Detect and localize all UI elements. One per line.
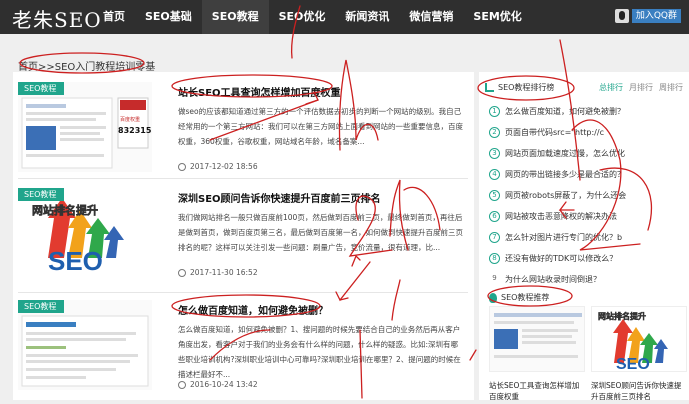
rank-title[interactable]: 怎么做百度知道，如何避免被删？ <box>505 106 625 117</box>
flame-icon <box>489 292 497 303</box>
date-text: 2017-11-30 16:52 <box>190 268 258 277</box>
rank-number: 3 <box>489 148 500 159</box>
ranking-item[interactable]: 1 怎么做百度知道，如何避免被删？ <box>489 106 625 117</box>
ranking-item[interactable]: 9 为什么网站收录时间倒退？ <box>489 274 601 285</box>
sidebar: SEO教程排行榜 总排行 月排行 周排行 1 怎么做百度知道，如何避免被删？ 2页… <box>479 72 689 402</box>
article-summary: 怎么做百度知道，如何避免被删？1、搜问题的时候先要结合自己的业务然后再从客户角度… <box>178 325 461 379</box>
article-item: SEO教程 网站排名提升 SEO 深圳SEO顾问告诉你快速提升百度前三页排名 我… <box>18 180 468 292</box>
category-tag[interactable]: SEO教程 <box>18 82 65 95</box>
rank-number: 1 <box>489 106 500 117</box>
article-date: 2017-11-30 16:52 <box>178 268 258 277</box>
rank-number: 7 <box>489 232 500 243</box>
ranking-item[interactable]: 7 怎么针对图片进行专门的优化？b <box>489 232 622 243</box>
ranking-item[interactable]: 3 网站页面加载速度过慢，怎么优化 <box>489 148 625 159</box>
recommend-thumbnail[interactable] <box>489 306 585 372</box>
date-text: 2017-12-02 18:56 <box>190 162 258 171</box>
article-thumbnail[interactable]: SEO教程 <box>18 300 152 390</box>
top-navigation-bar: 老朱SEO 首页 SEO基础 SEO教程 SEO优化 新闻资讯 微信营销 SEM… <box>0 0 689 34</box>
article-list: SEO教程 百度权重 8323155 站长SEO工具查询怎样增加百度权重 做se… <box>13 72 474 400</box>
ranking-header: SEO教程排行榜 总排行 月排行 周排行 <box>485 78 683 96</box>
thumb-seo-text: SEO <box>48 246 103 276</box>
article-thumbnail[interactable]: SEO教程 百度权重 8323155 <box>18 82 152 172</box>
screenshot-thumbnail-image <box>490 307 584 371</box>
nav-news[interactable]: 新闻资讯 <box>335 0 399 34</box>
article-thumbnail[interactable]: SEO教程 网站排名提升 SEO <box>18 188 152 278</box>
rank-title[interactable]: 网页的带出链接多少是最合适的？ <box>505 169 625 180</box>
nav-wechat-marketing[interactable]: 微信营销 <box>399 0 463 34</box>
nav-seo-tutorial[interactable]: SEO教程 <box>201 0 269 34</box>
recommend-title: SEO教程推荐 <box>501 293 550 302</box>
thumb-caption: 网站排名提升 <box>598 312 647 322</box>
article-title[interactable]: 怎么做百度知道，如何避免被删？ <box>178 302 328 317</box>
article-title[interactable]: 站长SEO工具查询怎样增加百度权重 <box>178 84 341 99</box>
rank-title[interactable]: 怎么针对图片进行专门的优化？b <box>505 232 622 243</box>
rank-title[interactable]: 还没有做好的TDK可以修改么？ <box>505 253 617 264</box>
ranking-tabs: 总排行 月排行 周排行 <box>599 82 683 93</box>
ranking-item[interactable]: 2 页面自带代码src="http://c <box>489 127 604 138</box>
category-tag[interactable]: SEO教程 <box>18 300 65 313</box>
article-title[interactable]: 深圳SEO顾问告诉你快速提升百度前三页排名 <box>178 190 381 205</box>
rank-number: 4 <box>489 169 500 180</box>
breadcrumb[interactable]: 首页>>SEO入门教程培训零基 <box>18 58 155 73</box>
ranking-item[interactable]: 5 网页被robots屏蔽了，为什么还会 <box>489 190 626 201</box>
rank-number: 6 <box>489 211 500 222</box>
rank-number: 2 <box>489 127 500 138</box>
clock-icon <box>178 162 186 171</box>
rank-title[interactable]: 网站被攻击恶意降权的解决办法 <box>505 211 617 222</box>
ranking-item[interactable]: 4 网页的带出链接多少是最合适的？ <box>489 169 625 180</box>
tab-monthly-ranking[interactable]: 月排行 <box>629 82 653 93</box>
nav-seo-optimization[interactable]: SEO优化 <box>269 0 336 34</box>
recommend-thumbnail[interactable]: SEO 网站排名提升 <box>591 306 687 372</box>
thumb-caption: 网站排名提升 <box>32 204 99 218</box>
thumb-badge-number: 8323155 <box>118 126 152 135</box>
rank-number: 5 <box>489 190 500 201</box>
rank-title[interactable]: 网站页面加载速度过慢，怎么优化 <box>505 148 625 159</box>
rank-number: 8 <box>489 253 500 264</box>
join-qq-button[interactable]: 加入QQ群 <box>631 9 681 23</box>
article-date: 2017-12-02 18:56 <box>178 162 258 171</box>
nav-home[interactable]: 首页 <box>93 0 135 34</box>
recommend-caption[interactable]: 深圳SEO顾问告诉你快速提升百度前三页排名 <box>591 380 687 402</box>
date-text: 2016-10-24 13:42 <box>190 380 258 389</box>
rank-number: 9 <box>492 274 497 282</box>
ranking-item[interactable]: 6 网站被攻击恶意降权的解决办法 <box>489 211 617 222</box>
article-item: SEO教程 百度权重 8323155 站长SEO工具查询怎样增加百度权重 做se… <box>18 74 468 186</box>
nav-sem[interactable]: SEM优化 <box>463 0 531 34</box>
recommend-header: SEO教程推荐 <box>489 292 549 303</box>
article-item: SEO教程 怎么做百度知道，如何避免被删？ 怎么做百度知道，如何避免被删？1、搜… <box>18 292 468 404</box>
qq-icon <box>614 9 629 23</box>
clock-icon <box>178 380 186 389</box>
thumb-badge-label: 百度权重 <box>120 117 141 123</box>
rank-title[interactable]: 为什么网站收录时间倒退？ <box>505 274 601 285</box>
ranking-title: SEO教程排行榜 <box>498 82 555 92</box>
bar-chart-icon <box>485 82 494 92</box>
clock-icon <box>178 268 186 277</box>
category-tag[interactable]: SEO教程 <box>18 188 65 201</box>
tab-weekly-ranking[interactable]: 周排行 <box>659 82 683 93</box>
recommend-caption[interactable]: 站长SEO工具查询怎样增加百度权重 <box>489 380 585 402</box>
join-qq-group[interactable]: 加入QQ群 <box>614 8 681 24</box>
main-nav: 首页 SEO基础 SEO教程 SEO优化 新闻资讯 微信营销 SEM优化 <box>93 0 532 34</box>
rank-title[interactable]: 网页被robots屏蔽了，为什么还会 <box>505 190 626 201</box>
baidu-zhidao-thumbnail-image <box>18 300 152 390</box>
article-summary: 做seo的应该都知道通过第三方的一个评估数据去初步的判断一个网站的级别。我自己经… <box>178 107 463 146</box>
rank-title[interactable]: 页面自带代码src="http://c <box>505 127 604 138</box>
ranking-item[interactable]: 8 还没有做好的TDK可以修改么？ <box>489 253 617 264</box>
divider <box>18 178 468 179</box>
article-date: 2016-10-24 13:42 <box>178 380 258 389</box>
site-logo[interactable]: 老朱SEO <box>12 4 102 33</box>
article-summary: 我们做网站排名一般只做百度前100页，然后做到百度前三页，最终做到首页，再往后是… <box>178 213 463 252</box>
tab-total-ranking[interactable]: 总排行 <box>599 82 623 93</box>
svg-text:SEO: SEO <box>616 356 650 372</box>
nav-seo-basics[interactable]: SEO基础 <box>135 0 202 34</box>
